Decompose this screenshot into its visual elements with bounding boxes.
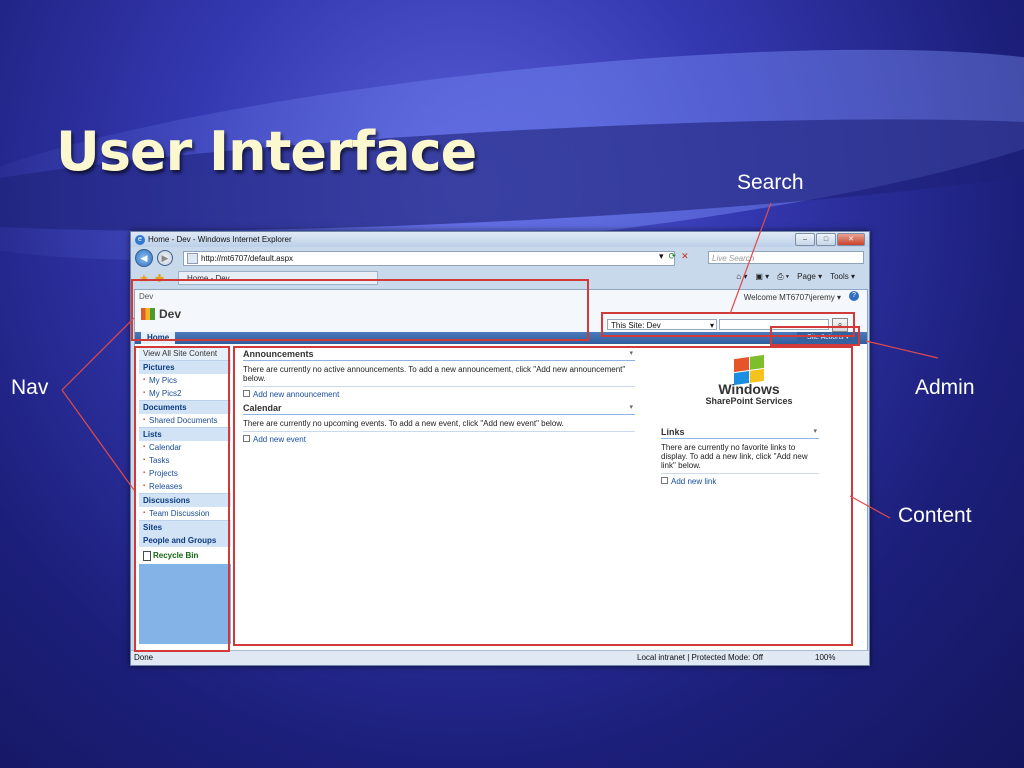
nav-line-top bbox=[61, 317, 135, 391]
zoom-level[interactable]: 100% bbox=[815, 651, 835, 665]
nav-line-bottom bbox=[61, 389, 135, 491]
help-icon[interactable]: ? bbox=[849, 291, 859, 301]
slide-title: User Interface bbox=[56, 120, 477, 183]
command-bar: ⌂ ▾ ▣ ▾ ⎙ ▾ Page ▾ Tools ▾ bbox=[736, 272, 855, 282]
callout-admin: Admin bbox=[915, 376, 975, 399]
highlight-header bbox=[131, 279, 589, 341]
page-icon bbox=[187, 253, 198, 264]
url-field[interactable]: http://mt6707/default.aspx bbox=[183, 251, 675, 266]
feeds-icon[interactable]: ▣ ▾ bbox=[755, 272, 769, 282]
home-icon[interactable]: ⌂ ▾ bbox=[736, 272, 747, 282]
url-text: http://mt6707/default.aspx bbox=[201, 254, 294, 263]
minimize-icon[interactable]: – bbox=[795, 233, 815, 246]
refresh-icon[interactable]: ⟳ bbox=[669, 251, 677, 262]
live-search-input[interactable]: Live Search bbox=[708, 251, 864, 264]
highlight-nav bbox=[134, 346, 230, 652]
callout-nav: Nav bbox=[11, 376, 49, 399]
ie-icon: e bbox=[135, 234, 145, 245]
stop-icon[interactable]: ✕ bbox=[681, 251, 689, 262]
back-icon[interactable]: ◀ bbox=[135, 249, 153, 267]
maximize-icon[interactable]: □ bbox=[816, 233, 836, 246]
highlight-content bbox=[233, 346, 853, 646]
callout-search: Search bbox=[737, 171, 804, 194]
page-menu[interactable]: Page ▾ bbox=[797, 272, 822, 282]
highlight-admin bbox=[770, 326, 860, 346]
status-bar: Done Local intranet | Protected Mode: Of… bbox=[131, 650, 869, 665]
status-text: Done bbox=[134, 653, 154, 662]
welcome-menu[interactable]: Welcome MT6707\jeremy ▾ bbox=[744, 293, 841, 302]
close-icon[interactable]: ✕ bbox=[837, 233, 865, 246]
tools-menu[interactable]: Tools ▾ bbox=[830, 272, 855, 282]
admin-line bbox=[865, 340, 939, 359]
address-bar: ◀ ▶ http://mt6707/default.aspx ▾ ⟳ ✕ Liv… bbox=[131, 247, 869, 269]
print-icon[interactable]: ⎙ ▾ bbox=[777, 272, 789, 282]
browser-titlebar: e Home - Dev - Windows Internet Explorer… bbox=[131, 232, 869, 247]
callout-content: Content bbox=[898, 504, 972, 527]
dropdown-icon[interactable]: ▾ bbox=[659, 251, 664, 262]
window-controls: – □ ✕ bbox=[795, 233, 865, 246]
address-tools: ▾ ⟳ ✕ bbox=[659, 251, 689, 262]
window-title: Home - Dev - Windows Internet Explorer bbox=[148, 235, 292, 244]
forward-icon[interactable]: ▶ bbox=[157, 250, 173, 266]
security-zone: Local intranet | Protected Mode: Off bbox=[637, 653, 763, 662]
